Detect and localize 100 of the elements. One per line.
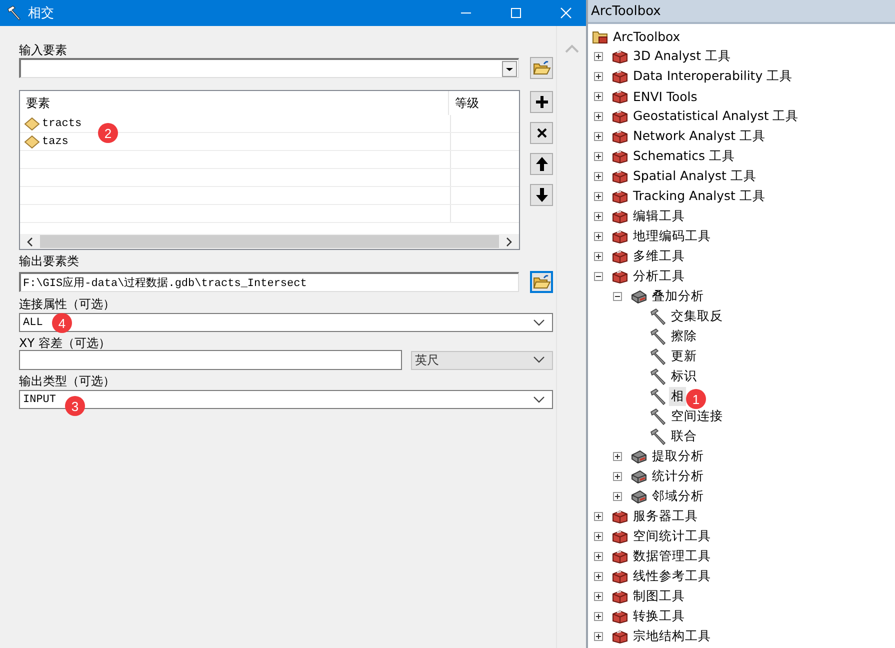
toolset-icon <box>630 488 648 504</box>
tree-item[interactable]: 制图工具 <box>631 586 687 606</box>
expander-icon[interactable] <box>613 452 622 460</box>
tree-item[interactable]: 地理编码工具 <box>631 226 713 246</box>
tree-item[interactable]: 空间统计工具 <box>631 526 713 546</box>
expander-icon[interactable] <box>594 592 603 600</box>
toolbox-icon <box>611 588 629 604</box>
tree-item[interactable]: 相 <box>669 386 686 406</box>
tree-item[interactable]: 空间连接 <box>669 406 725 426</box>
toolset-icon <box>630 448 648 464</box>
expander-icon[interactable] <box>594 252 603 260</box>
maximize-icon[interactable] <box>510 7 522 19</box>
expander-icon[interactable] <box>594 132 603 140</box>
tree-item[interactable]: 统计分析 <box>650 466 706 486</box>
tree-item[interactable]: 线性参考工具 <box>631 566 713 586</box>
tree-item[interactable]: 宗地结构工具 <box>631 626 713 646</box>
expander-icon[interactable] <box>594 232 603 240</box>
horizontal-scrollbar[interactable] <box>20 234 519 249</box>
output-path-field[interactable]: F:\GIS应用-data\过程数据.gdb\tracts_Intersect <box>19 272 519 292</box>
toolbox-icon <box>611 508 629 524</box>
tree-item[interactable]: 叠加分析 <box>650 286 706 306</box>
tree-item[interactable]: Data Interoperability 工具 <box>631 66 795 86</box>
toolbox-icon <box>611 108 629 124</box>
expander-icon[interactable] <box>594 192 603 200</box>
tree-item[interactable]: Network Analyst 工具 <box>631 126 768 146</box>
expander-icon[interactable] <box>594 632 603 640</box>
cross-icon <box>536 127 548 139</box>
toolbox-icon <box>611 548 629 564</box>
toolbox-icon <box>611 208 629 224</box>
tree-item[interactable]: Spatial Analyst 工具 <box>631 166 758 186</box>
toolset-icon <box>630 468 648 484</box>
tree-item[interactable]: 标识 <box>669 366 699 386</box>
toolbox-icon <box>611 628 629 644</box>
toolbox-icon <box>611 268 629 284</box>
tree-item[interactable]: 多维工具 <box>631 246 687 266</box>
chevron-down-icon <box>533 396 545 404</box>
field-label: 连接属性（可选） <box>19 297 116 311</box>
tree-item[interactable]: Geostatistical Analyst 工具 <box>631 106 801 126</box>
folder-icon <box>532 60 550 76</box>
browse-button[interactable] <box>530 57 553 79</box>
remove-button[interactable] <box>530 122 553 144</box>
toolbox-icon <box>611 88 629 104</box>
expander-icon[interactable] <box>594 72 603 80</box>
expander-icon[interactable] <box>594 572 603 580</box>
expander-icon[interactable] <box>613 292 622 300</box>
tree-item[interactable]: 提取分析 <box>650 446 706 466</box>
down-arrow-icon <box>534 187 548 203</box>
toolbox-icon <box>611 188 629 204</box>
tree-item[interactable]: 联合 <box>669 426 699 446</box>
xy-tolerance-field[interactable] <box>19 350 402 370</box>
chevron-down-icon <box>533 356 545 364</box>
number-badge: 1 <box>686 389 706 409</box>
tree-item[interactable]: 数据管理工具 <box>631 546 713 566</box>
toolbox-icon <box>611 48 629 64</box>
expander-icon[interactable] <box>594 532 603 540</box>
expander-icon[interactable] <box>594 112 603 120</box>
tree-item[interactable]: ENVI Tools <box>631 88 700 104</box>
tree-item[interactable]: Tracking Analyst 工具 <box>631 186 768 206</box>
add-button[interactable] <box>530 91 553 113</box>
expander-icon[interactable] <box>594 612 603 620</box>
toolbox-icon <box>611 128 629 144</box>
tree-item[interactable]: 擦除 <box>669 326 699 346</box>
tree-item[interactable]: 编辑工具 <box>631 206 687 226</box>
expander-icon[interactable] <box>594 92 603 100</box>
toolbox-icon <box>611 568 629 584</box>
expander-icon[interactable] <box>594 152 603 160</box>
tree-item[interactable]: ArcToolbox <box>611 28 682 44</box>
tree-item[interactable]: Schematics 工具 <box>631 146 737 166</box>
toolbox-icon <box>611 68 629 84</box>
expander-icon[interactable] <box>594 212 603 220</box>
hammer-icon <box>649 348 667 364</box>
expander-icon[interactable] <box>594 52 603 60</box>
folder-icon <box>532 274 550 290</box>
expander-icon[interactable] <box>594 552 603 560</box>
move-down-button[interactable] <box>530 184 553 206</box>
tree-item[interactable]: 更新 <box>669 346 699 366</box>
window-title: 相交 <box>28 5 54 22</box>
tree-item[interactable]: 转换工具 <box>631 606 687 626</box>
folder-icon <box>592 28 609 44</box>
expander-icon[interactable] <box>613 472 622 480</box>
toolbox-icon <box>611 148 629 164</box>
tree-item[interactable]: 交集取反 <box>669 306 725 326</box>
expander-icon[interactable] <box>594 272 603 280</box>
diamond-icon <box>24 134 40 148</box>
tree-item[interactable]: 服务器工具 <box>631 506 700 526</box>
plus-icon <box>534 95 548 109</box>
input-features-dropdown[interactable] <box>19 58 519 78</box>
expander-icon[interactable] <box>613 492 622 500</box>
browse-button[interactable] <box>530 271 553 293</box>
expander-icon[interactable] <box>594 172 603 180</box>
hammer-icon <box>649 428 667 444</box>
move-up-button[interactable] <box>530 153 553 175</box>
close-icon[interactable] <box>560 7 572 19</box>
tree-item[interactable]: 3D Analyst 工具 <box>631 46 733 66</box>
tree-item[interactable]: 分析工具 <box>631 266 687 286</box>
chevron-down-icon <box>533 318 545 326</box>
feature-name: tazs <box>42 136 68 148</box>
tree-item[interactable]: 邻域分析 <box>650 486 706 506</box>
toolset-icon <box>630 288 648 304</box>
expander-icon[interactable] <box>594 512 603 520</box>
